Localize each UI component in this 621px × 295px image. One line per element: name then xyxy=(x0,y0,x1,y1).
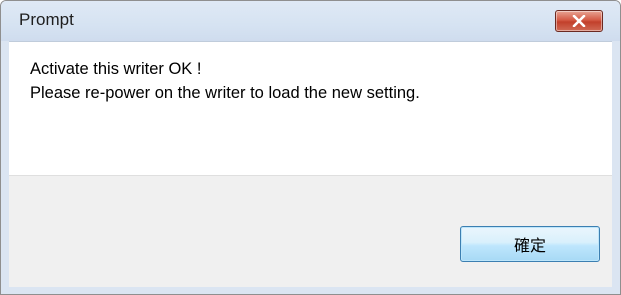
title-bar[interactable]: Prompt xyxy=(1,1,620,42)
message-line-2: Please re-power on the writer to load th… xyxy=(30,84,420,102)
close-button[interactable] xyxy=(555,10,603,32)
window-frame-bottom xyxy=(1,286,620,294)
message-line-1: Activate this writer OK ! xyxy=(30,60,202,78)
window-frame-right xyxy=(612,41,620,294)
close-icon xyxy=(556,11,602,31)
dialog-title: Prompt xyxy=(19,10,74,29)
button-bar: 確定 xyxy=(9,175,612,287)
ok-button[interactable]: 確定 xyxy=(460,226,600,262)
window-frame-left xyxy=(1,41,9,294)
prompt-dialog: Prompt Activate this writer OK ! Please … xyxy=(0,0,621,295)
